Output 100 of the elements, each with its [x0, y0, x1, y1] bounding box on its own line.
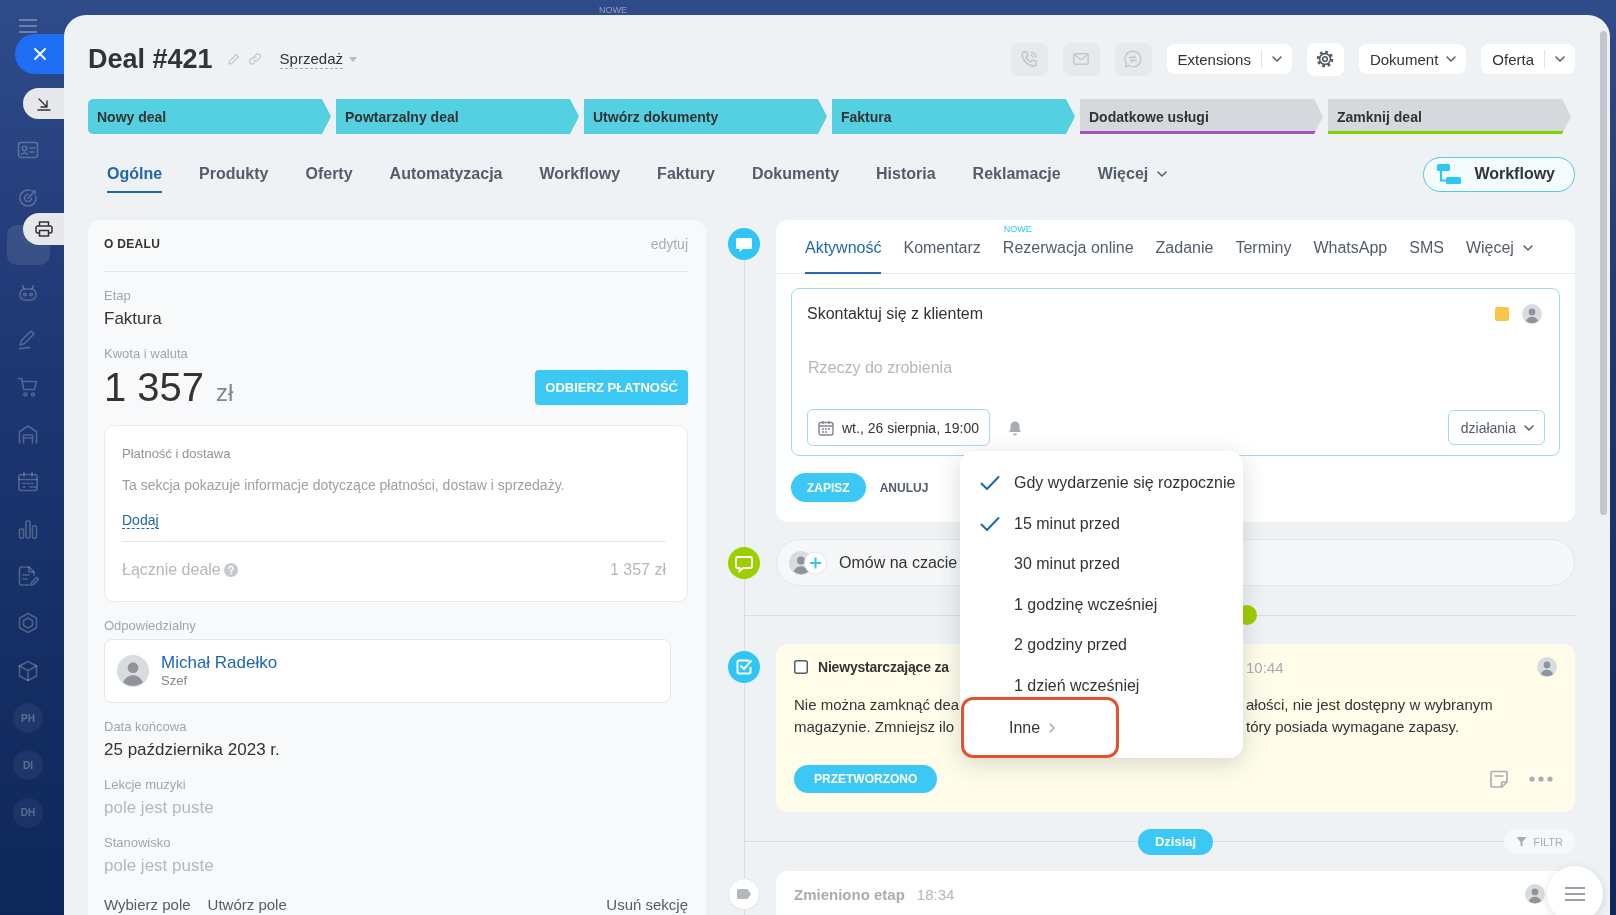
amount-value: 1 357 — [104, 365, 205, 409]
link-icon[interactable] — [247, 52, 262, 66]
field-label: Kwota i waluta — [104, 346, 189, 362]
chevron-down-icon — [1446, 56, 1457, 62]
printer-icon — [34, 221, 53, 237]
calendar-icon — [818, 419, 834, 436]
color-swatch-icon[interactable] — [1495, 307, 1509, 321]
pipeline-stage[interactable]: Dodatkowe usługi — [1080, 99, 1323, 134]
date-button[interactable]: wt., 26 sierpnia, 19:00 — [807, 409, 990, 446]
pipeline-dropdown[interactable]: Sprzedaż — [279, 49, 357, 69]
date-divider-label: Dzisiaj — [1137, 828, 1214, 855]
phone-icon — [1021, 51, 1038, 67]
chat-bubble-icon — [728, 228, 760, 260]
pipeline-stage[interactable]: Faktura — [832, 99, 1075, 134]
more-icon[interactable] — [1529, 776, 1553, 782]
close-button[interactable] — [15, 34, 64, 74]
close-icon — [33, 48, 46, 60]
checkbox[interactable] — [794, 660, 808, 674]
tab[interactable]: Dokumenty — [751, 155, 840, 193]
section-description: Ta sekcja pokazuje informacje dotyczące płatności, dostaw i sprzedaży. — [122, 476, 566, 495]
menu-item[interactable]: 2 godziny przed — [960, 625, 1243, 666]
actions-dropdown[interactable]: działania — [1447, 410, 1545, 445]
settings-button[interactable] — [1306, 42, 1344, 76]
pipeline-stage[interactable]: Powtarzalny deal — [336, 99, 579, 134]
tab[interactable]: Więcej — [1097, 155, 1168, 193]
target-icon[interactable] — [17, 186, 39, 209]
pipeline-stage[interactable]: Nowy deal — [88, 99, 331, 134]
add-link[interactable]: Dodaj — [122, 512, 159, 529]
task-text: tóry posiada wymagane zapasy. — [1246, 717, 1460, 737]
calendar-icon[interactable] — [17, 470, 39, 493]
user-avatar — [1537, 657, 1557, 677]
menu-item[interactable]: 1 godzinę wcześniej — [960, 584, 1243, 625]
field-link[interactable]: Utwórz pole — [207, 897, 287, 913]
menu-button[interactable]: Oferta — [1481, 44, 1575, 74]
person-name[interactable]: Michał Radełko — [161, 653, 278, 673]
person-role: Szef — [161, 673, 187, 689]
dropdown-button[interactable]: Dokument — [1358, 44, 1467, 74]
field-label: Lekcje muzyki — [104, 777, 187, 793]
tab[interactable]: Więcej — [1465, 220, 1533, 274]
check-icon — [980, 475, 1000, 492]
check-icon — [980, 515, 1000, 532]
cube-icon[interactable] — [17, 659, 39, 682]
hexagon-icon[interactable] — [17, 612, 39, 635]
tab[interactable]: Oferty — [305, 155, 353, 193]
description-field[interactable]: Rzeczy do zrobienia — [807, 348, 1545, 388]
new-label: NOWE — [1003, 224, 1032, 234]
note-icon[interactable] — [1489, 769, 1509, 789]
menu-item[interactable]: 15 minut przed — [960, 503, 1243, 544]
tab[interactable]: Rezerwacja online — [1002, 234, 1134, 274]
field-label: Odpowiedzialny — [104, 618, 197, 634]
tab[interactable]: Faktury — [657, 155, 715, 193]
chat-bubble-icon — [728, 547, 760, 579]
chevron-down-icon — [1157, 171, 1168, 177]
cancel-button[interactable]: ANULUJ — [879, 479, 929, 496]
tab[interactable]: Produkty — [199, 155, 269, 193]
document-edit-icon[interactable] — [17, 565, 39, 588]
tab[interactable]: Reklamacje — [972, 155, 1061, 193]
warehouse-icon[interactable] — [17, 423, 39, 446]
caret-icon — [349, 56, 357, 62]
tag-icon — [728, 878, 760, 910]
tab[interactable]: Ogólne — [107, 155, 163, 193]
cart-icon[interactable] — [17, 375, 39, 398]
field-link[interactable]: Wybierz pole — [104, 897, 191, 913]
menu-item[interactable]: 30 minut przed — [960, 544, 1243, 585]
pipeline-stage[interactable]: Utwórz dokumenty — [584, 99, 827, 134]
tab[interactable]: Workflowy — [539, 155, 621, 193]
filter-icon — [1516, 836, 1528, 847]
total-value: 1 357 zł — [609, 560, 666, 580]
new-label: NOWE — [599, 5, 627, 15]
bell-icon[interactable] — [1008, 419, 1022, 436]
field-value: pole jest puste — [104, 855, 215, 877]
menu-button[interactable]: Extensions — [1166, 44, 1292, 74]
workflow-button[interactable]: Workflowy — [1423, 156, 1575, 192]
chevron-down-icon — [1555, 56, 1565, 62]
menu-icon[interactable] — [18, 18, 38, 34]
tab[interactable]: Zadanie — [1155, 220, 1214, 274]
field-value: Faktura — [104, 308, 163, 330]
tab[interactable]: SMS — [1409, 220, 1444, 274]
bar-chart-icon[interactable] — [17, 517, 39, 540]
tab[interactable]: Automatyzacja — [389, 155, 503, 193]
pencil-icon[interactable] — [226, 52, 240, 66]
chevron-down-icon — [1524, 424, 1534, 431]
menu-item[interactable]: Inne — [961, 697, 1119, 758]
tab[interactable]: Komentarz — [903, 220, 981, 274]
help-icon[interactable] — [223, 563, 238, 577]
field-label: Data końcowa — [104, 719, 188, 735]
tab[interactable]: Terminy — [1235, 220, 1292, 274]
menu-item[interactable]: Gdy wydarzenie się rozpocznie — [960, 463, 1243, 504]
print-button[interactable] — [23, 213, 64, 245]
scrollbar-thumb[interactable] — [1600, 31, 1607, 515]
minimize-button[interactable] — [23, 88, 64, 119]
tab[interactable]: Historia — [876, 155, 936, 193]
field-value: pole jest puste — [104, 797, 215, 819]
tab[interactable]: WhatsApp — [1313, 220, 1388, 274]
pipeline-stage[interactable]: Zamknij deal — [1328, 99, 1571, 134]
remove-section-link[interactable]: Usuń sekcję — [606, 897, 688, 913]
currency-label: zł — [216, 379, 234, 407]
deal-title: Deal #421 — [88, 43, 213, 76]
tab[interactable]: Aktywność — [805, 220, 882, 274]
add-user-icon — [789, 550, 827, 575]
